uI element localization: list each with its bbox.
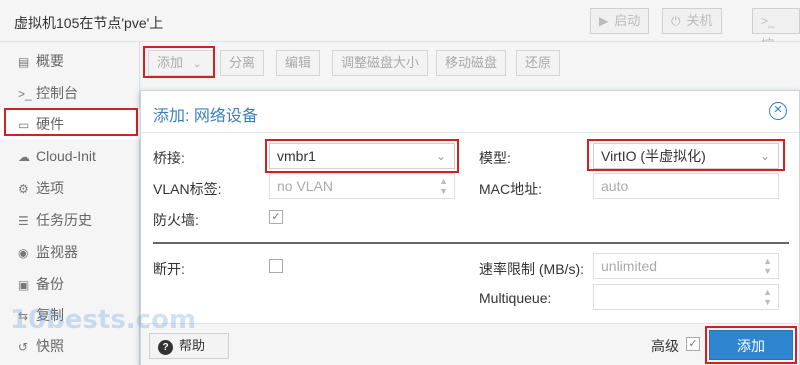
spinner-icon[interactable]: ▲ ▼ <box>763 256 772 276</box>
sidebar-item-monitor[interactable]: ◉ 监视器 <box>0 237 140 267</box>
advanced-label: 高级 <box>651 338 679 354</box>
firewall-label: 防火墙: <box>153 212 199 228</box>
spinner-icon[interactable]: ▲ ▼ <box>439 176 448 196</box>
list-icon: ☰ <box>18 214 29 228</box>
console-button[interactable]: >_控 <box>752 8 800 52</box>
sidebar-item-snapshots[interactable]: ↺ 快照 <box>0 331 140 361</box>
disconnect-checkbox[interactable] <box>269 259 283 273</box>
eye-icon: ◉ <box>18 246 29 260</box>
detach-button[interactable]: 分离 <box>220 50 265 76</box>
add-network-device-dialog: 添加: 网络设备 ✕ 桥接: vmbr1 ⌄ 模型: VirtIO (半虚拟化)… <box>140 90 800 365</box>
mac-label: MAC地址: <box>479 181 542 197</box>
gear-icon: ⚙ <box>18 182 29 196</box>
multiqueue-label: Multiqueue: <box>479 290 552 306</box>
vlan-label: VLAN标签: <box>153 181 222 197</box>
power-icon: ⏻ <box>671 14 681 28</box>
terminal-icon: >_ <box>18 87 32 101</box>
start-button[interactable]: ▶ 启动 <box>590 8 650 34</box>
sidebar-item-cloud-init[interactable]: ☁ Cloud-Init <box>0 141 140 171</box>
advanced-checkbox[interactable]: ✓ <box>686 337 700 351</box>
model-label: 模型: <box>479 150 511 166</box>
dialog-header: 添加: 网络设备 ✕ <box>141 91 799 133</box>
submit-highlight-box <box>705 326 797 364</box>
question-icon: ? <box>158 340 173 355</box>
terminal-icon: >_ <box>761 14 775 28</box>
sidebar-item-console[interactable]: >_ 控制台 <box>0 78 140 108</box>
disconnect-label: 断开: <box>153 261 185 277</box>
bridge-label: 桥接: <box>153 150 185 166</box>
close-icon[interactable]: ✕ <box>769 102 787 120</box>
model-highlight-box <box>587 139 785 171</box>
mac-input[interactable]: auto <box>593 173 779 199</box>
sidebar-item-options[interactable]: ⚙ 选项 <box>0 173 140 203</box>
page-title: 虚拟机105在节点'pve'上 <box>14 15 164 31</box>
resize-disk-button[interactable]: 调整磁盘大小 <box>332 50 429 76</box>
rate-limit-label: 速率限制 (MB/s): <box>479 261 584 277</box>
move-disk-button[interactable]: 移动磁盘 <box>436 50 507 76</box>
sidebar-item-backup[interactable]: ▣ 备份 <box>0 269 140 299</box>
floppy-icon: ▣ <box>18 278 30 292</box>
bridge-highlight-box <box>265 139 459 173</box>
top-header: 虚拟机105在节点'pve'上 ▶启动 ⏻关机 >_控 <box>0 0 800 52</box>
shutdown-button[interactable]: ⏻ 关机 <box>662 8 722 34</box>
sidebar-item-summary[interactable]: ▤ 概要 <box>0 46 140 76</box>
multiqueue-input[interactable]: ▲ ▼ <box>593 284 779 310</box>
vlan-input[interactable]: no VLAN ▲ ▼ <box>269 173 455 199</box>
cloud-icon: ☁ <box>18 150 30 164</box>
section-divider <box>153 242 789 244</box>
dialog-footer: ? 帮助 高级 ✓ 添加 <box>141 323 799 365</box>
firewall-checkbox[interactable]: ✓ <box>269 210 283 224</box>
sidebar-item-task-history[interactable]: ☰ 任务历史 <box>0 205 140 235</box>
book-icon: ▤ <box>18 55 30 69</box>
rate-limit-input[interactable]: unlimited ▲ ▼ <box>593 253 779 279</box>
help-button[interactable]: ? 帮助 <box>149 333 229 359</box>
revert-button[interactable]: 还原 <box>516 50 561 76</box>
spinner-icon[interactable]: ▲ ▼ <box>763 287 772 307</box>
watermark: 10bests.com <box>10 305 197 335</box>
history-icon: ↺ <box>18 340 29 354</box>
play-icon: ▶ <box>599 14 609 28</box>
hardware-toolbar: 添加 ⌄ 分离 编辑 调整磁盘大小 移动磁盘 还原 <box>140 42 800 84</box>
edit-button[interactable]: 编辑 <box>276 50 321 76</box>
add-highlight-box <box>143 46 215 78</box>
hardware-highlight-box <box>4 108 138 136</box>
dialog-title: 添加: 网络设备 <box>153 108 258 125</box>
